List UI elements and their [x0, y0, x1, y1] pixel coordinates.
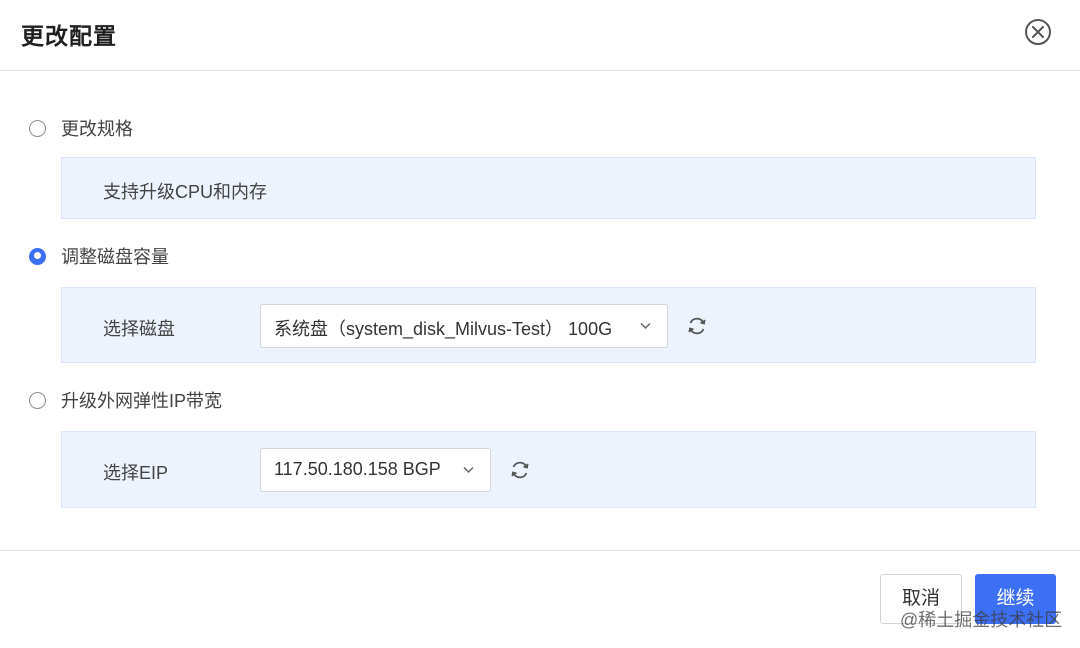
radio-upgrade-eip[interactable] [29, 391, 46, 409]
change-config-dialog: 更改配置 更改规格 支持升级CPU和内存 调整磁盘容量 选择磁盘 系统盘（sys… [0, 0, 1080, 648]
adjust-disk-panel: 选择磁盘 系统盘（system_disk_Milvus-Test） 100G [61, 287, 1036, 363]
footer-divider [0, 550, 1080, 551]
dialog-header: 更改配置 [0, 0, 1080, 71]
option-upgrade-eip-label: 升级外网弹性IP带宽 [61, 391, 223, 411]
select-eip-label: 选择EIP [103, 463, 169, 483]
radio-adjust-disk[interactable] [29, 247, 46, 265]
eip-select[interactable]: 117.50.180.158 BGP [260, 448, 491, 492]
close-x-glyph [1032, 26, 1044, 38]
refresh-eip-icon[interactable] [509, 459, 531, 481]
watermark: @稀土掘金技术社区 [900, 610, 1063, 630]
dialog-title: 更改配置 [21, 23, 117, 49]
option-upgrade-eip[interactable]: 升级外网弹性IP带宽 [29, 387, 222, 413]
eip-select-value: 117.50.180.158 BGP [274, 459, 441, 479]
change-spec-panel: 支持升级CPU和内存 [61, 157, 1036, 219]
refresh-disk-icon[interactable] [686, 315, 708, 337]
radio-change-spec[interactable] [29, 119, 46, 137]
change-spec-description: 支持升级CPU和内存 [103, 182, 268, 202]
option-change-spec-label: 更改规格 [61, 119, 133, 139]
disk-select-value: 系统盘（system_disk_Milvus-Test） 100G [274, 319, 613, 339]
option-adjust-disk[interactable]: 调整磁盘容量 [29, 243, 169, 269]
option-change-spec[interactable]: 更改规格 [29, 115, 133, 141]
option-adjust-disk-label: 调整磁盘容量 [61, 247, 169, 267]
chevron-down-icon [463, 466, 474, 474]
chevron-down-icon [640, 322, 651, 330]
close-icon[interactable] [1025, 19, 1051, 45]
upgrade-eip-panel: 选择EIP 117.50.180.158 BGP [61, 431, 1036, 508]
select-disk-label: 选择磁盘 [103, 319, 175, 339]
disk-select[interactable]: 系统盘（system_disk_Milvus-Test） 100G [260, 304, 668, 348]
